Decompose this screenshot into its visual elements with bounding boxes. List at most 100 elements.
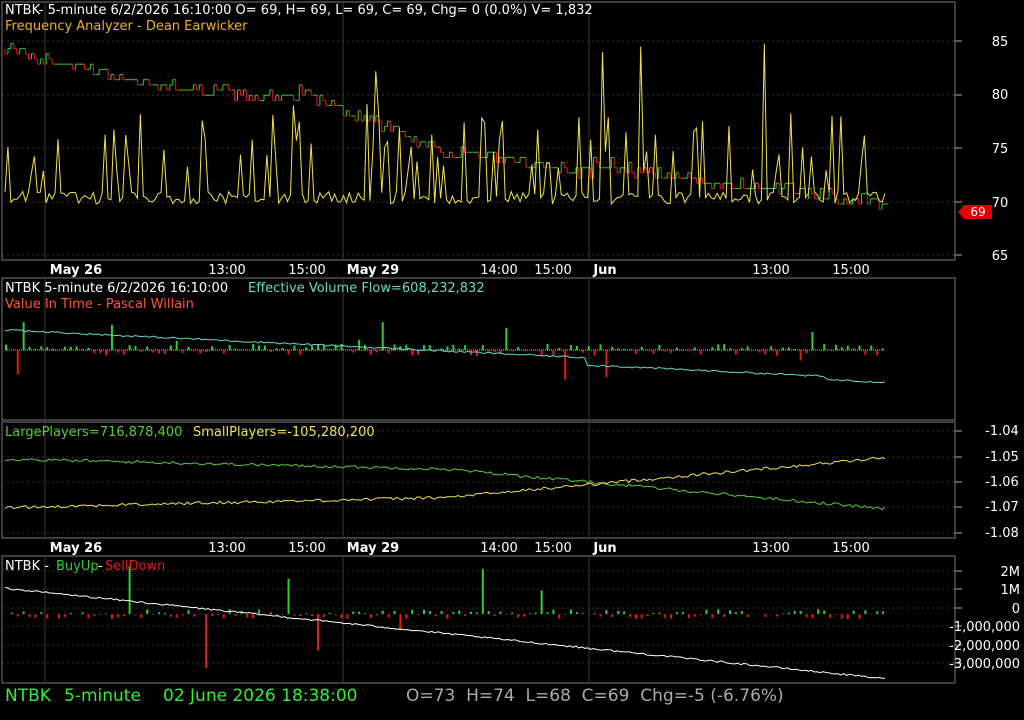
selldown-bar [281,614,284,615]
buyup-bar [364,613,367,615]
flow-bar-up [770,346,773,350]
buyup-bar [540,590,543,615]
selldown-bar [464,614,467,616]
flow-bar-down [269,350,272,353]
buyup-bar [287,578,290,615]
flow-bar-up [723,344,726,350]
selldown-bar [558,614,561,619]
flow-bar-down [193,350,196,351]
time-axis-top: May 26 13:00 15:00 May 29 14:00 15:00 Jun 13:00… [50,263,870,278]
flow-bar-up [216,349,219,350]
selldown-bar [234,614,237,617]
footer-symbol: NTBK [5,686,51,706]
buyup-bar [393,610,396,615]
selldown-bar [152,614,155,615]
flow-bar-up [258,345,261,350]
flow-bar-down [734,350,737,355]
selldown-bar [746,614,749,618]
flow-bar-up [169,345,172,350]
selldown-bar [110,614,113,619]
buyup-bar [681,612,684,615]
flow-bar-up [711,347,714,350]
buyup-y-label: 1M [1001,583,1021,598]
flow-bar-down [605,350,608,378]
selldown-bar [505,614,508,615]
flow-bar-up [46,347,49,350]
selldown-bar [181,614,184,616]
flow-bar-down [493,350,496,353]
selldown-bar [829,614,832,618]
selldown-bar [34,614,37,618]
flow-bar-down [205,350,208,352]
buyup-bar [81,612,84,615]
selldown-bar [334,614,337,616]
flow-bar-down [16,350,19,374]
flow-bar-up [846,345,849,350]
buyup-dash: - [98,559,103,574]
flow-bar-up [452,344,455,350]
selldown-bar [28,614,31,618]
flow-bar-up [558,347,561,350]
selldown-bar [293,614,296,616]
selldown-bar [346,614,349,619]
buyup-bar [817,609,820,615]
flow-bar-up [834,344,837,350]
flow-bar-up [328,349,331,350]
selldown-bar [222,614,225,619]
buyup-bar [787,612,790,615]
flow-bar-up [22,322,25,350]
flow-bar-down [699,350,702,355]
buyup-bar [269,612,272,615]
flow-bar-up [358,339,361,350]
flow-bar-down [287,350,290,355]
selldown-bar [375,614,378,616]
selldown-bar [646,614,649,616]
buyup-bar [158,612,161,615]
flow-bar-down [99,350,102,353]
flow-bar-up [746,346,749,350]
buyup-bar [729,610,732,615]
buyup-bar [458,610,461,615]
selldown-bar [399,614,402,631]
flow-bar-up [305,347,308,350]
flow-bar-up [275,348,278,350]
buyup-bar [570,609,573,615]
selldown-bar [193,614,196,617]
flow-bar-up [623,349,626,350]
selldown-bar [322,614,325,618]
flow-bar-up [52,348,55,350]
flow-bar-down [540,350,543,356]
series-layer [4,42,888,679]
flow-bar-down [670,350,673,353]
time-axis-label: 15:00 [288,541,325,556]
selldown-bar [434,614,437,617]
buyup-ticker-label: NTBK - [5,559,49,574]
selldown-bar [846,614,849,620]
time-axis-label: 15:00 [288,263,325,278]
flow-bar-down [93,350,96,354]
selldown-bar [122,614,125,617]
buyup-bar [428,611,431,615]
flow-bar-down [758,350,761,353]
flow-bar-up [823,344,826,350]
buyup-bar [781,613,784,615]
buyup-bar [534,612,537,615]
selldown-bar [246,614,249,618]
flow-bar-up [611,346,614,350]
flow-bar-down [593,350,596,356]
effective-volume-flow-label: Effective Volume Flow=608,232,832 [248,281,485,296]
flow-bar-down [222,350,225,354]
flow-bar-down [475,350,478,356]
buyup-y-label: 2M [1001,565,1021,580]
buyup-bar [422,609,425,615]
buyup-bar [470,611,473,615]
selldown-bar [611,614,614,617]
buyup-bar [546,612,549,615]
buyup-bar [105,613,108,615]
stock-chart[interactable]: May 26 13:00 15:00 May 29 14:00 15:00 Jun 13:00… [0,0,1024,720]
price-panel-header: NTBK- 5-minute 6/2/2026 16:10:00 O= 69, … [5,3,593,18]
selldown-bar [776,614,779,617]
flow-bar-up [234,348,237,350]
flow-bar-down [664,350,667,352]
selldown-bar [664,614,667,618]
